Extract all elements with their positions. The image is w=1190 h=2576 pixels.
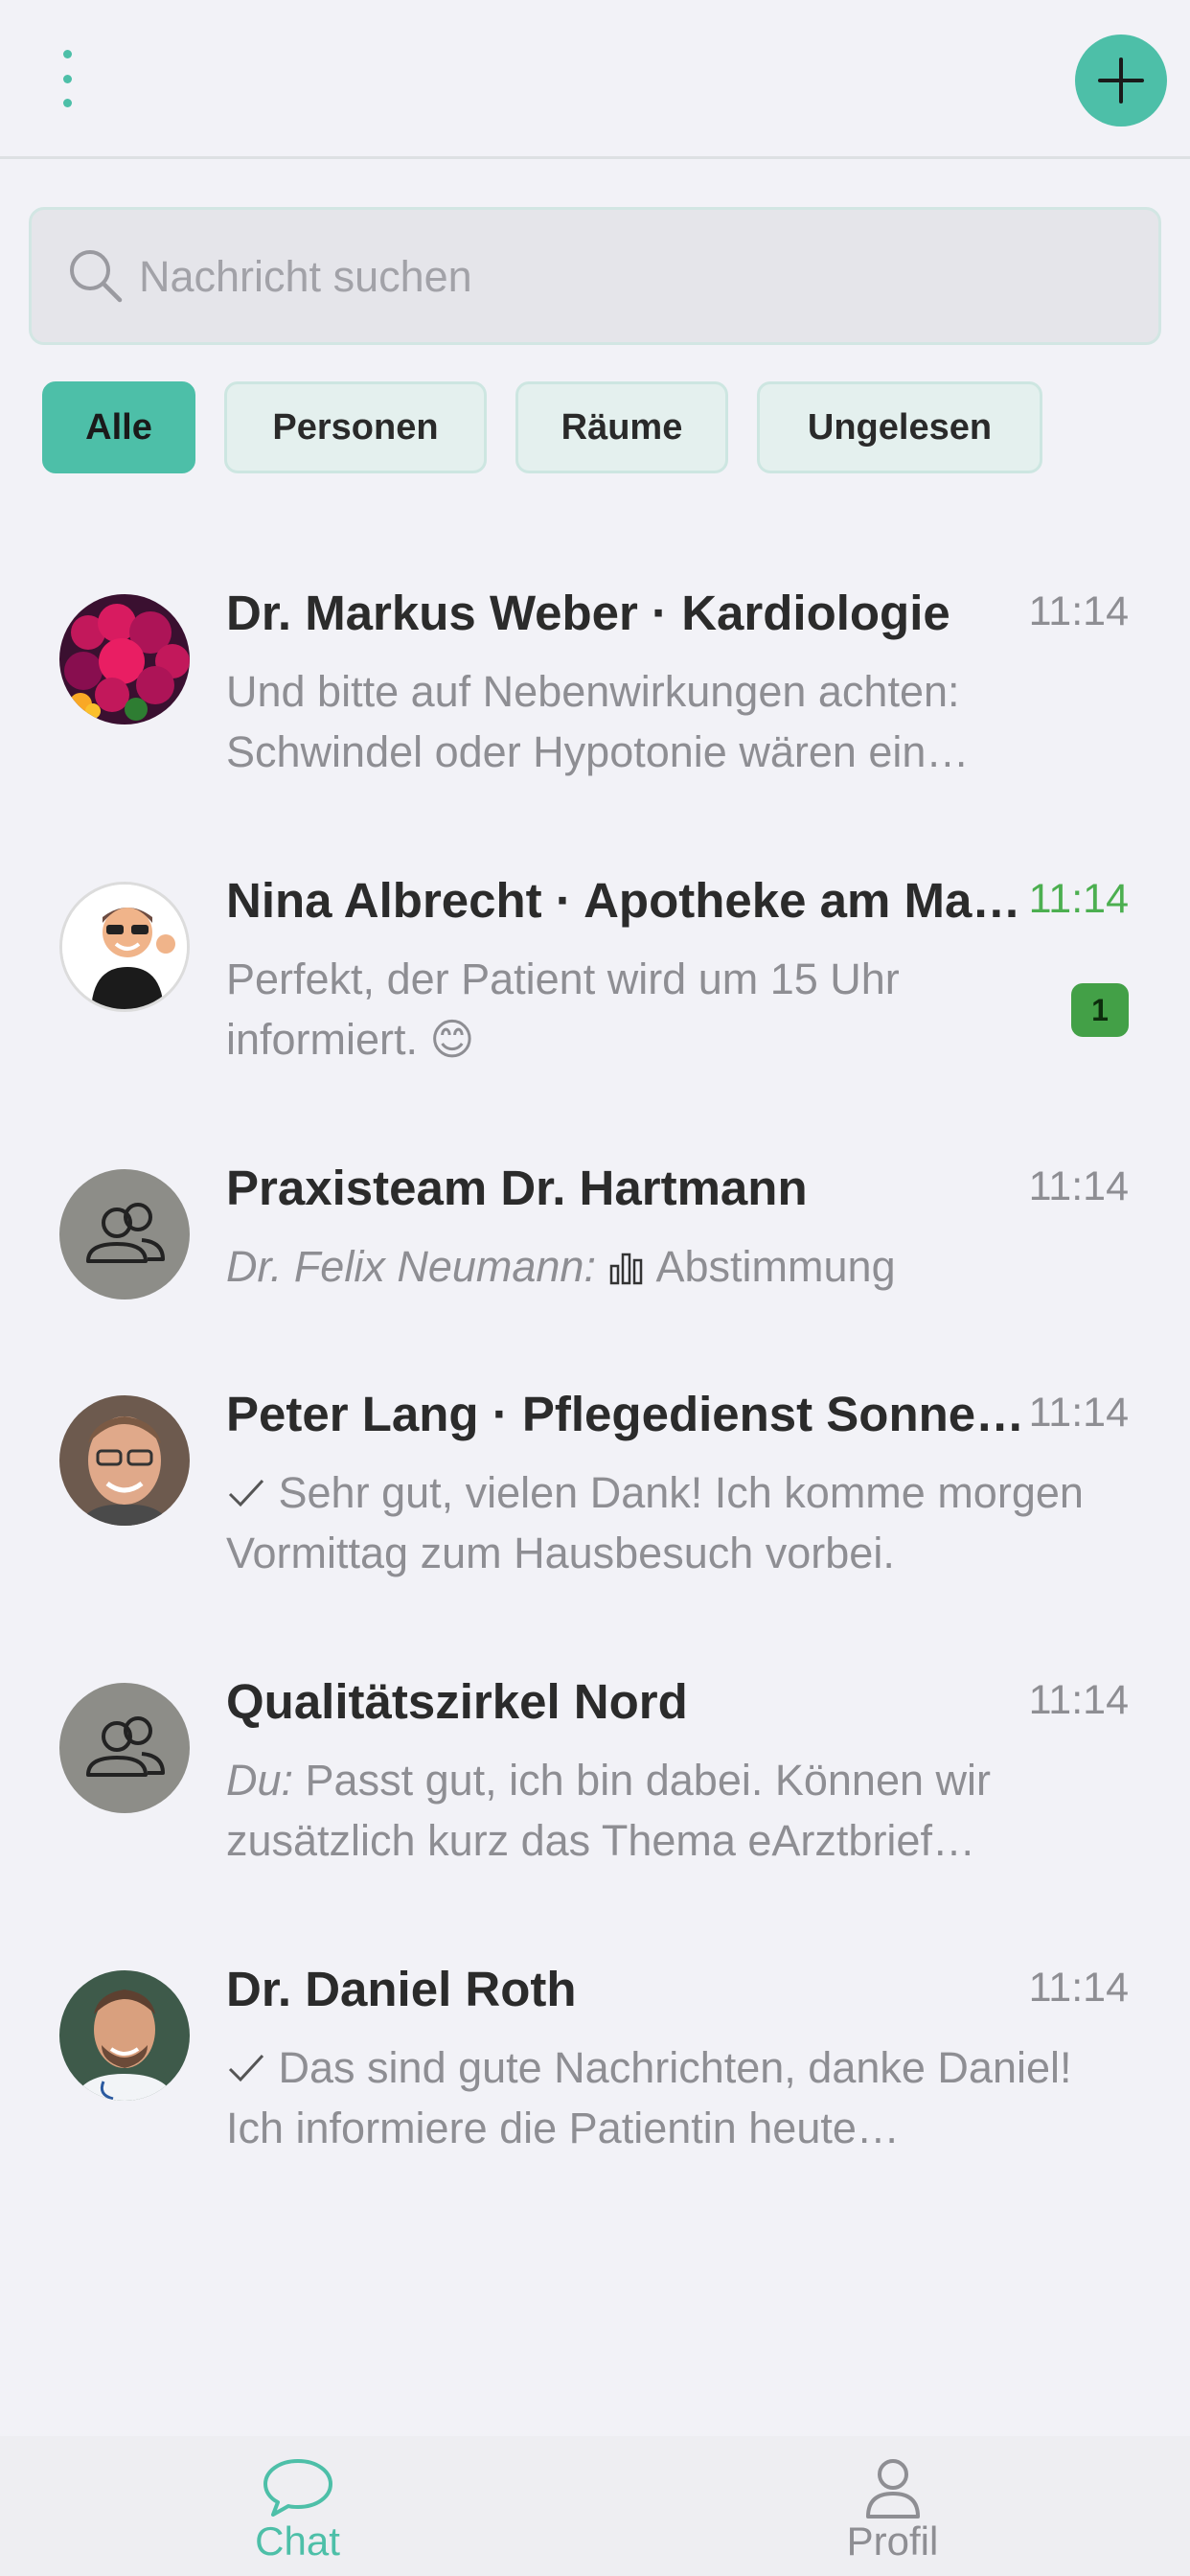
chat-list-item[interactable]: Nina Albrecht · Apotheke am Ma… 11:14 Pe…: [0, 843, 1190, 1092]
chat-time: 11:14: [1028, 1965, 1129, 2011]
avatar: [59, 882, 190, 1012]
chat-preview: Dr. Felix Neumann: Abstimmung: [226, 1236, 1127, 1297]
search-bar[interactable]: [29, 207, 1161, 345]
group-icon: [59, 1683, 190, 1813]
chat-preview: Perfekt, der Patient wird um 15 Uhr info…: [226, 954, 900, 1064]
chat-time: 11:14: [1028, 876, 1129, 922]
filter-chip-alle[interactable]: Alle: [42, 381, 195, 473]
chat-preview-text: Das sind gute Nachrichten, danke Daniel!…: [226, 2043, 1072, 2152]
chat-preview-text: Passt gut, ich bin dabei. Können wir zus…: [226, 1756, 991, 1865]
chat-preview: Das sind gute Nachrichten, danke Daniel!…: [226, 2037, 1127, 2158]
filter-chip-personen[interactable]: Personen: [224, 381, 487, 473]
filter-chips: Alle Personen Räume Ungelesen: [42, 381, 1042, 473]
chat-sender: Du:: [226, 1756, 294, 1805]
checkmark-icon: [228, 2054, 264, 2082]
new-chat-button[interactable]: [1075, 34, 1167, 126]
tab-label: Chat: [255, 2518, 340, 2564]
tab-profil[interactable]: Profil: [595, 2436, 1190, 2576]
chat-list-item[interactable]: Peter Lang · Pflegedienst Sonne… 11:14 S…: [0, 1357, 1190, 1606]
chat-bubble-icon: [263, 2459, 332, 2517]
chat-name: Nina Albrecht · Apotheke am Ma…: [226, 873, 1021, 928]
chat-sender: Dr. Felix Neumann:: [226, 1242, 596, 1291]
avatar: [59, 1970, 190, 2101]
avatar: [59, 594, 190, 724]
person-icon: [865, 2459, 920, 2518]
tab-label: Profil: [846, 2518, 939, 2564]
checkmark-icon: [228, 1479, 264, 1507]
chat-list-item[interactable]: Dr. Daniel Roth 11:14 Das sind gute Nach…: [0, 1932, 1190, 2181]
chat-name: Dr. Markus Weber · Kardiologie: [226, 586, 950, 640]
chat-preview: Du: Passt gut, ich bin dabei. Können wir…: [226, 1750, 1127, 1871]
search-input[interactable]: [139, 239, 1116, 315]
top-bar: [0, 0, 1190, 159]
filter-chip-ungelesen[interactable]: Ungelesen: [757, 381, 1042, 473]
bottom-tab-bar: Chat Profil: [0, 2436, 1190, 2576]
chat-preview-text: Abstimmung: [655, 1242, 896, 1291]
more-vertical-icon[interactable]: [50, 50, 84, 107]
chat-time: 11:14: [1028, 1163, 1129, 1209]
chat-preview: Und bitte auf Nebenwirkungen achten: Sch…: [226, 667, 970, 776]
poll-icon: [610, 1253, 643, 1285]
chat-time: 11:14: [1028, 1390, 1129, 1436]
chat-name: Qualitätszirkel Nord: [226, 1674, 688, 1729]
plus-icon: [1098, 58, 1144, 104]
chat-time: 11:14: [1028, 1677, 1129, 1723]
chat-list-item[interactable]: Praxisteam Dr. Hartmann 11:14 Dr. Felix …: [0, 1131, 1190, 1380]
chat-name: Dr. Daniel Roth: [226, 1962, 577, 2016]
tab-chat[interactable]: Chat: [0, 2436, 595, 2576]
chat-list-item[interactable]: Qualitätszirkel Nord 11:14 Du: Passt gut…: [0, 1644, 1190, 1894]
group-icon: [59, 1169, 190, 1300]
chat-name: Praxisteam Dr. Hartmann: [226, 1161, 808, 1215]
avatar: [59, 1395, 190, 1526]
chat-list-item[interactable]: Dr. Markus Weber · Kardiologie 11:14 Und…: [0, 556, 1190, 805]
chat-preview-text: Sehr gut, vielen Dank! Ich komme morgen …: [226, 1468, 1084, 1577]
unread-badge: 1: [1071, 983, 1129, 1037]
chat-preview: Sehr gut, vielen Dank! Ich komme morgen …: [226, 1462, 1127, 1583]
chat-name: Peter Lang · Pflegedienst Sonne…: [226, 1387, 1025, 1441]
filter-chip-raeume[interactable]: Räume: [515, 381, 728, 473]
chat-time: 11:14: [1028, 588, 1129, 634]
search-icon: [70, 250, 123, 303]
